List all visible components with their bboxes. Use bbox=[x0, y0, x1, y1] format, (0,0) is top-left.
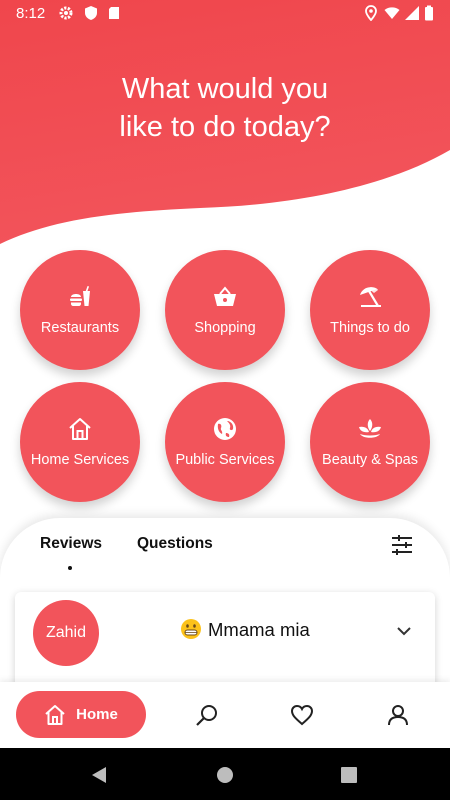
nav-home-button[interactable]: Home bbox=[16, 691, 146, 738]
signal-icon bbox=[405, 6, 419, 20]
back-icon[interactable] bbox=[90, 766, 108, 784]
home-icon bbox=[45, 704, 65, 725]
shopping-basket-icon bbox=[214, 286, 236, 306]
house-icon bbox=[69, 418, 91, 440]
hero-title-line-1: What would you bbox=[121, 73, 329, 105]
tab-reviews[interactable]: Reviews bbox=[40, 535, 102, 553]
tab-questions[interactable]: Questions bbox=[137, 535, 213, 553]
category-label: Restaurants bbox=[40, 320, 120, 336]
system-nav-bar bbox=[0, 748, 450, 800]
review-title-text: Mmama mia bbox=[208, 619, 310, 640]
status-time: 8:12 bbox=[16, 5, 46, 22]
sd-card-icon bbox=[109, 7, 119, 19]
burger-drink-icon bbox=[70, 286, 90, 306]
category-things-to-do-button[interactable]: Things to do bbox=[310, 250, 430, 370]
review-title: Mmama mia bbox=[180, 618, 310, 641]
bottom-nav: Home bbox=[0, 682, 450, 748]
shield-icon bbox=[85, 6, 97, 20]
battery-icon bbox=[425, 5, 433, 21]
nav-home-label: Home bbox=[76, 706, 118, 723]
category-public-services-button[interactable]: Public Services bbox=[165, 382, 285, 502]
grinning-face-icon bbox=[181, 619, 201, 639]
filter-sliders-icon[interactable] bbox=[390, 534, 414, 556]
category-label: Things to do bbox=[330, 320, 410, 336]
recents-icon[interactable] bbox=[340, 766, 358, 784]
category-restaurants-button[interactable]: Restaurants bbox=[20, 250, 140, 370]
home-circle-icon[interactable] bbox=[216, 766, 234, 784]
active-tab-indicator bbox=[68, 566, 72, 570]
hero-title-line-2: like to do today? bbox=[119, 111, 331, 143]
wifi-icon bbox=[384, 7, 400, 19]
lotus-icon bbox=[359, 419, 381, 438]
beach-umbrella-icon bbox=[360, 287, 381, 307]
review-author: Zahid bbox=[45, 624, 87, 641]
search-icon[interactable] bbox=[195, 703, 219, 727]
category-label: Beauty & Spas bbox=[322, 452, 418, 468]
category-home-services-button[interactable]: Home Services bbox=[20, 382, 140, 502]
category-label: Shopping bbox=[194, 320, 256, 336]
category-label: Home Services bbox=[30, 452, 130, 468]
avatar: Zahid bbox=[33, 600, 99, 666]
globe-icon bbox=[214, 418, 236, 440]
category-shopping-button[interactable]: Shopping bbox=[165, 250, 285, 370]
category-label: Public Services bbox=[175, 452, 275, 468]
hero-title: What would you like to do today? bbox=[0, 70, 450, 146]
chevron-down-icon[interactable] bbox=[396, 623, 412, 639]
profile-icon[interactable] bbox=[386, 703, 410, 727]
heart-icon[interactable] bbox=[290, 703, 314, 727]
settings-gear-icon bbox=[59, 6, 73, 20]
location-icon bbox=[365, 5, 377, 21]
status-bar: 8:12 bbox=[0, 0, 450, 26]
category-beauty-spas-button[interactable]: Beauty & Spas bbox=[310, 382, 430, 502]
